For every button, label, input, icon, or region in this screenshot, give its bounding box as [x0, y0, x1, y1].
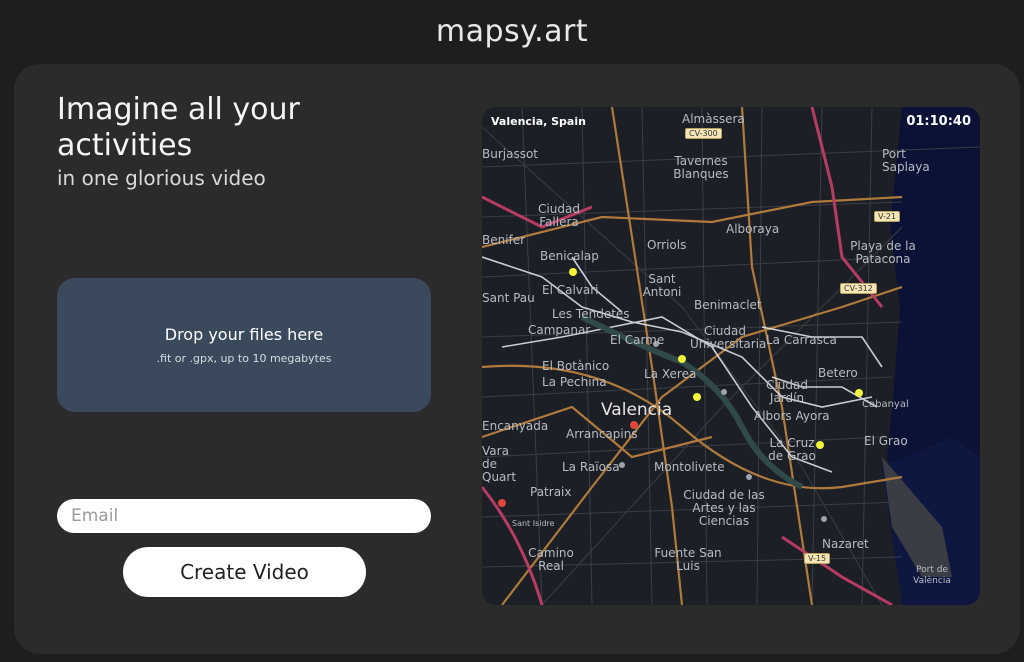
- brand-logo: mapsy.art: [435, 14, 589, 49]
- map-place-label: Ciudad Jardín: [766, 378, 808, 405]
- map-place-label: Montolivete: [654, 460, 725, 474]
- map-place-label: Benicalap: [540, 249, 599, 263]
- map-place-label: Ciudad Universitaria: [690, 324, 767, 351]
- map-place-label: Sant Antoni: [642, 272, 682, 299]
- map-place-label: El Botànico: [542, 359, 610, 373]
- map-place-label: Benimaclet: [694, 298, 762, 312]
- map-place-label: Ciudad Fallera: [538, 202, 580, 229]
- map-place-label: Camino Real: [528, 546, 574, 573]
- road-badge: CV-312: [840, 283, 877, 294]
- map-place-label: El Grao: [864, 434, 908, 448]
- map-canvas: [482, 107, 980, 605]
- map-place-label: El Carme: [610, 333, 665, 347]
- map-place-label: Betero: [818, 366, 858, 380]
- email-input[interactable]: [57, 499, 431, 533]
- map-place-label: Fuente San Luis: [654, 546, 722, 573]
- road-badge: V-15: [804, 553, 831, 564]
- map-place-label: Arrancapins: [566, 427, 638, 441]
- map-place-label: Campanar: [528, 323, 591, 337]
- dropzone-hint: .fit or .gpx, up to 10 megabytes: [156, 352, 332, 365]
- map-place-label: Playa de la Patacona: [850, 239, 916, 266]
- map-place-label: Sant Isidre: [512, 519, 555, 528]
- map-place-label: Tavernes Blanques: [673, 154, 729, 181]
- road-badge: CV-300: [685, 128, 722, 139]
- map-place-label: La Raïosa: [562, 460, 620, 474]
- map-place-label: Burjassot: [482, 147, 539, 161]
- map-place-label: Les Tendetes: [552, 307, 630, 321]
- map-place-label: La Carrasca: [766, 333, 837, 347]
- map-location-label: Valencia, Spain: [491, 115, 586, 128]
- create-video-button[interactable]: Create Video: [123, 547, 366, 597]
- file-dropzone[interactable]: Drop your files here .fit or .gpx, up to…: [57, 278, 431, 412]
- map-place-label: Alboraya: [726, 222, 780, 236]
- map-place-label: El Calvari: [542, 283, 599, 297]
- map-place-label: Vara de Quart: [482, 444, 517, 484]
- map-place-label: Port de València: [913, 565, 951, 586]
- map-place-label: Encanyada: [482, 419, 549, 433]
- map-place-label: La Cruz de Grao: [768, 436, 816, 463]
- map-city-label: Valencia: [601, 400, 673, 420]
- main-panel: Imagine all your activities in one glori…: [14, 64, 1020, 654]
- map-place-label: Albors Ayora: [754, 409, 830, 423]
- road-badge: V-21: [874, 211, 901, 222]
- map-place-label: Sant Pau: [482, 291, 535, 305]
- subline: in one glorious video: [57, 166, 266, 190]
- dropzone-title: Drop your files here: [164, 325, 324, 344]
- map-place-label: La Xerea: [644, 367, 697, 381]
- map-place-label: Nazaret: [822, 537, 869, 551]
- map-place-label: La Pechina: [542, 375, 607, 389]
- map-place-label: Port Saplaya: [882, 147, 930, 174]
- headline: Imagine all your activities: [57, 92, 300, 163]
- map-place-label: Orriols: [647, 238, 687, 252]
- map-place-label: Benifer: [482, 233, 526, 247]
- map-place-label: Cabanyal: [862, 399, 909, 410]
- map-place-label: Ciudad de las Artes y las Ciencias: [683, 488, 765, 528]
- map-place-label: Patraix: [530, 485, 572, 499]
- map-timer: 01:10:40: [906, 114, 971, 129]
- map-preview: Valencia, Spain 01:10:40 Almàssera Taver…: [482, 107, 980, 605]
- map-place-label: Almàssera: [682, 112, 745, 126]
